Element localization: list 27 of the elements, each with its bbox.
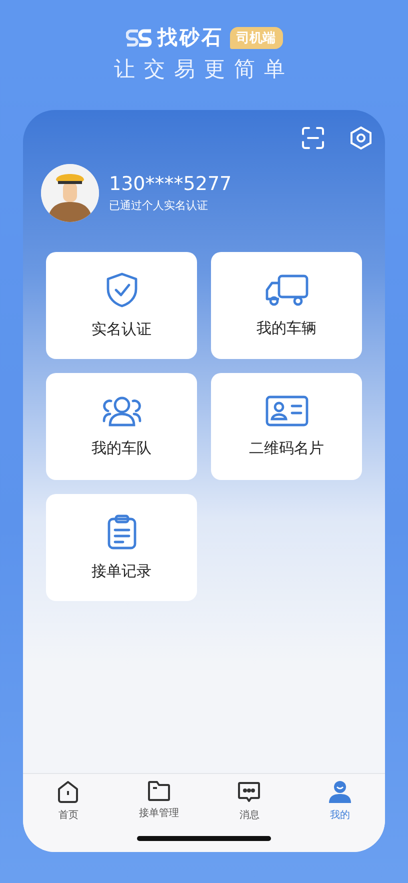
- avatar: [41, 164, 99, 222]
- person-icon: [328, 780, 352, 804]
- role-badge: 司机端: [230, 26, 282, 48]
- folder-icon: [146, 780, 171, 802]
- menu-tile[interactable]: 我的车辆: [211, 252, 362, 359]
- menu-tile[interactable]: 二维码名片: [211, 373, 362, 480]
- settings-icon[interactable]: [349, 126, 373, 150]
- scan-icon[interactable]: [301, 126, 325, 150]
- tab-item[interactable]: 消息: [204, 780, 294, 822]
- clipboard-icon: [106, 514, 136, 550]
- menu-tile[interactable]: 接单记录: [46, 494, 197, 601]
- menu-tile[interactable]: 我的车队: [46, 373, 197, 480]
- app-name: 找砂石: [158, 24, 224, 51]
- id-card-icon: [264, 395, 308, 427]
- slogan: 让交易更简单: [114, 56, 294, 83]
- truck-icon: [264, 273, 308, 307]
- group-icon: [102, 395, 142, 427]
- phone-number: 130****5277: [109, 173, 232, 195]
- home-icon: [56, 780, 80, 804]
- shield-check-icon: [104, 272, 138, 308]
- tab-item[interactable]: 我的: [294, 780, 385, 822]
- menu-tile[interactable]: 实名认证: [46, 252, 197, 359]
- tab-item[interactable]: 首页: [23, 780, 114, 822]
- logo-icon: [126, 28, 152, 48]
- tab-item[interactable]: 接单管理: [114, 780, 204, 822]
- message-icon: [237, 780, 262, 804]
- verification-status: 已通过个人实名认证: [109, 198, 209, 213]
